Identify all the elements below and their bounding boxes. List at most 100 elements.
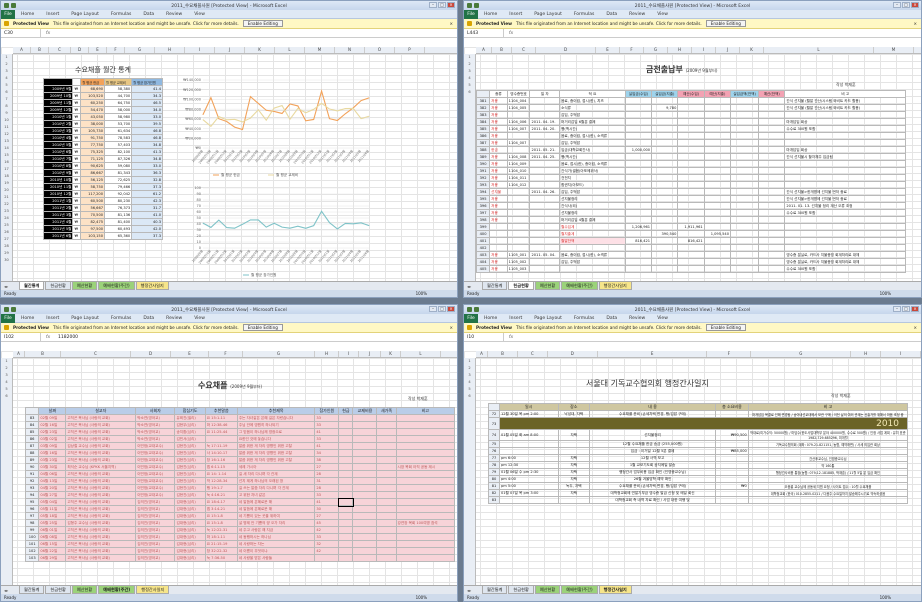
- chapel-cell[interactable]: [395, 428, 456, 436]
- chapel-cell[interactable]: [395, 491, 456, 499]
- row-number[interactable]: 85: [24, 428, 40, 436]
- data-point[interactable]: [336, 228, 338, 230]
- note-cell[interactable]: [747, 475, 909, 483]
- date-cell[interactable]: 01월 06일 수 pm 2:30: [498, 468, 559, 476]
- tab-data[interactable]: Data: [600, 316, 623, 321]
- chapel-cell[interactable]: 김의진(영어교): [135, 554, 176, 562]
- data-point[interactable]: [368, 97, 370, 99]
- chapel-cell[interactable]: 33: [314, 533, 340, 541]
- ledger-cell[interactable]: 9,780: [651, 104, 679, 112]
- row-number[interactable]: 98: [24, 519, 40, 527]
- data-point[interactable]: [250, 117, 251, 119]
- row-number[interactable]: 72: [488, 410, 500, 418]
- currency-cell[interactable]: ₩: [72, 204, 82, 212]
- data-point[interactable]: [210, 125, 212, 127]
- tab-formulas[interactable]: Formulas: [568, 316, 601, 321]
- ledger-cell[interactable]: [703, 244, 731, 252]
- ledger-cell[interactable]: 1104_012: [506, 181, 531, 189]
- chapel-cell[interactable]: [395, 414, 456, 422]
- row-number[interactable]: 100: [24, 533, 40, 541]
- ledger-cell[interactable]: [651, 153, 679, 161]
- chapel-cell[interactable]: [376, 463, 397, 471]
- ledger-cell[interactable]: [729, 104, 760, 112]
- chapel-cell[interactable]: [352, 442, 378, 450]
- data-point[interactable]: [289, 103, 291, 105]
- expense-cell[interactable]: 58,980: [104, 113, 133, 121]
- place-cell[interactable]: 낙성대, 자택: [557, 410, 591, 418]
- chapel-cell[interactable]: 06월 01일: [38, 526, 67, 534]
- ledger-cell[interactable]: [506, 146, 531, 154]
- chapel-cell[interactable]: 박소연(영어교): [135, 421, 176, 429]
- file-tab[interactable]: File: [464, 9, 478, 19]
- ledger-cell[interactable]: [677, 209, 705, 217]
- ledger-cell[interactable]: [758, 181, 786, 189]
- row-number[interactable]: 26: [1, 229, 12, 236]
- row-number[interactable]: 404: [475, 258, 491, 266]
- cost-cell[interactable]: [715, 496, 749, 504]
- ledger-cell[interactable]: 저봉: [489, 132, 508, 140]
- chapel-cell[interactable]: [204, 435, 238, 443]
- row-number[interactable]: 80: [488, 475, 500, 483]
- chapel-cell[interactable]: [376, 512, 397, 520]
- row-number[interactable]: 394: [475, 188, 491, 196]
- ledger-cell[interactable]: [651, 188, 679, 196]
- ledger-cell[interactable]: [651, 139, 679, 147]
- ledger-cell[interactable]: [758, 153, 786, 161]
- offering-cell[interactable]: 97,500: [80, 225, 106, 233]
- sheet-tab-worship[interactable]: 예배현황(주간): [98, 282, 135, 290]
- data-point[interactable]: [344, 108, 346, 109]
- data-point[interactable]: [265, 119, 267, 121]
- row-number[interactable]: 19: [1, 180, 12, 187]
- data-point[interactable]: [273, 111, 275, 112]
- row-number[interactable]: 81: [488, 482, 500, 490]
- row-number[interactable]: 96: [24, 505, 40, 513]
- ledger-cell[interactable]: [703, 97, 731, 105]
- ledger-cell[interactable]: [529, 265, 561, 273]
- ledger-cell[interactable]: [703, 146, 731, 154]
- month-cell[interactable]: 2009년 12월: [42, 106, 74, 114]
- chapel-cell[interactable]: 41: [314, 442, 340, 450]
- expense-cell[interactable]: 59,080: [104, 162, 133, 170]
- sheet-tab-monthly[interactable]: 월간통계: [482, 586, 508, 594]
- expense-cell[interactable]: 87,326: [104, 155, 133, 163]
- data-point[interactable]: [281, 113, 283, 114]
- ledger-cell[interactable]: 저봉: [489, 111, 508, 119]
- chapel-cell[interactable]: 김형주 교수님 (사랑의 교회): [65, 519, 137, 527]
- ledger-cell[interactable]: [624, 125, 653, 133]
- ledger-cell[interactable]: [703, 251, 731, 259]
- ledger-cell[interactable]: [506, 244, 531, 252]
- ledger-cell[interactable]: [784, 132, 906, 140]
- place-cell[interactable]: 자택: [557, 461, 591, 469]
- row-number[interactable]: 10: [1, 117, 12, 124]
- chapel-cell[interactable]: 02월 16일: [38, 421, 67, 429]
- close-bar-icon[interactable]: ×: [913, 325, 917, 330]
- chapel-cell[interactable]: 이민정(교대교수): [135, 470, 176, 478]
- row-number[interactable]: 78: [488, 461, 500, 469]
- ledger-cell[interactable]: [559, 265, 626, 273]
- chapel-cell[interactable]: [395, 449, 456, 457]
- ledger-cell[interactable]: [784, 167, 906, 175]
- ledger-cell[interactable]: 816,421: [677, 237, 705, 245]
- tab-review[interactable]: Review: [623, 12, 651, 17]
- chapel-cell[interactable]: [352, 505, 378, 513]
- attendance-cell[interactable]: 32.8: [131, 176, 163, 184]
- row-number[interactable]: 14: [1, 145, 12, 152]
- offering-cell[interactable]: 105,730: [80, 127, 106, 135]
- date-cell[interactable]: pm 5:00: [498, 482, 559, 490]
- ledger-cell[interactable]: 음료, 종이컵, 접시(한), 소섹류: [559, 132, 626, 140]
- note-cell[interactable]: 막대료(미가수익: 50000원) / 마담수(한도사업대학부 분야 40000…: [747, 429, 909, 441]
- content-cell[interactable]: 입금 : 이거일 12월 5분 결제: [589, 447, 717, 455]
- chapel-cell[interactable]: 김현진(심리): [174, 477, 206, 485]
- close-button[interactable]: ×: [911, 2, 919, 8]
- file-tab[interactable]: File: [464, 313, 478, 323]
- row-number[interactable]: 403: [475, 251, 491, 259]
- ledger-cell[interactable]: [624, 216, 653, 224]
- chapel-cell[interactable]: 고 위한 자녀 같은: [236, 491, 316, 499]
- data-point[interactable]: [202, 114, 204, 116]
- chapel-cell[interactable]: 고직곤 목사님 (사랑의 교회): [65, 428, 137, 436]
- ledger-cell[interactable]: 1104_010: [506, 167, 531, 175]
- file-tab[interactable]: File: [1, 313, 15, 323]
- fx-icon[interactable]: fx: [41, 335, 55, 340]
- data-point[interactable]: [257, 109, 259, 111]
- note-cell[interactable]: 오종룡 교수님께 공동세 지원 요청 / 사이트 접수 : 10월 수요채플: [747, 482, 909, 490]
